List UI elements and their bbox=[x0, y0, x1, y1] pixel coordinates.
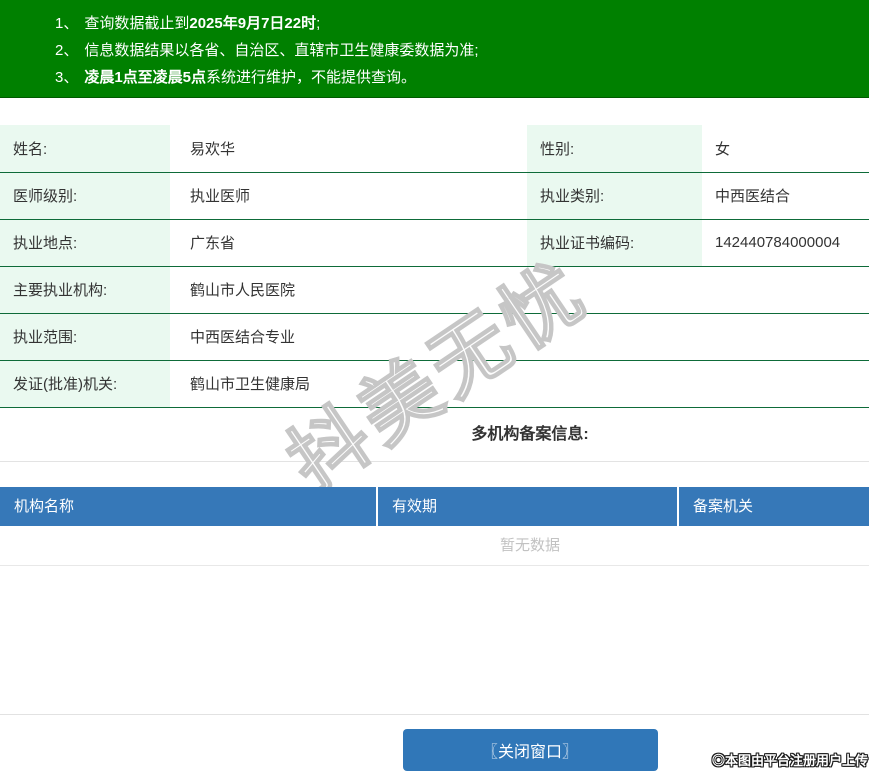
notice-text: 信息数据结果以各省、自治区、直辖市卫生健康委数据为准; bbox=[84, 42, 479, 59]
table-row: 执业范围: 中西医结合专业 bbox=[0, 313, 869, 361]
notice-line-1: 1、 查询数据截止到2025年9月7日22时; bbox=[55, 10, 869, 37]
notice-number: 2、 bbox=[55, 42, 79, 59]
notice-number: 3、 bbox=[55, 69, 79, 86]
issuer-label: 发证(批准)机关: bbox=[0, 360, 170, 408]
filing-section-title: 多机构备案信息: bbox=[0, 408, 869, 462]
gender-value: 女 bbox=[702, 125, 869, 173]
column-header-filing-authority: 备案机关 bbox=[679, 486, 869, 526]
table-row: 执业地点: 广东省 执业证书编码: 142440784000004 bbox=[0, 219, 869, 267]
notice-text: ; bbox=[316, 15, 321, 32]
notice-text: 系统进行维护，不能提供查询。 bbox=[206, 69, 417, 86]
gender-label: 性别: bbox=[527, 125, 702, 173]
no-data-placeholder: 暂无数据 bbox=[0, 525, 869, 566]
query-result-page: 1、 查询数据截止到2025年9月7日22时; 2、 信息数据结果以各省、自治区、直… bbox=[0, 0, 869, 771]
notice-line-3: 3、 凌晨1点至凌晨5点系统进行维护，不能提供查询。 bbox=[55, 64, 869, 91]
scope-label: 执业范围: bbox=[0, 313, 170, 361]
name-value: 易欢华 bbox=[170, 125, 527, 173]
category-label: 执业类别: bbox=[527, 172, 702, 220]
cert-number-value: 142440784000004 bbox=[702, 219, 869, 267]
table-row: 发证(批准)机关: 鹤山市卫生健康局 bbox=[0, 360, 869, 408]
notice-text-bold: 2025年9月7日22时 bbox=[189, 15, 317, 32]
divider bbox=[0, 566, 869, 715]
filing-table-header: 机构名称 有效期 备案机关 bbox=[0, 486, 869, 526]
notice-banner: 1、 查询数据截止到2025年9月7日22时; 2、 信息数据结果以各省、自治区、直… bbox=[0, 0, 869, 98]
practitioner-info-table: 姓名: 易欢华 性别: 女 医师级别: 执业医师 执业类别: 中西医结合 执业地… bbox=[0, 125, 869, 408]
notice-text-bold: 凌晨1点至凌晨5点 bbox=[84, 69, 207, 86]
notice-line-2: 2、 信息数据结果以各省、自治区、直辖市卫生健康委数据为准; bbox=[55, 37, 869, 64]
table-row: 姓名: 易欢华 性别: 女 bbox=[0, 125, 869, 173]
location-label: 执业地点: bbox=[0, 219, 170, 267]
org-label: 主要执业机构: bbox=[0, 266, 170, 314]
table-row: 医师级别: 执业医师 执业类别: 中西医结合 bbox=[0, 172, 869, 220]
uploader-credit-text: ◎本图由平台注册用户上传 bbox=[711, 753, 868, 768]
notice-text: 查询数据截止到 bbox=[84, 15, 190, 32]
scope-value: 中西医结合专业 bbox=[170, 313, 869, 361]
notice-number: 1、 bbox=[55, 15, 79, 32]
table-row: 主要执业机构: 鹤山市人民医院 bbox=[0, 266, 869, 314]
issuer-value: 鹤山市卫生健康局 bbox=[170, 360, 869, 408]
cert-number-label: 执业证书编码: bbox=[527, 219, 702, 267]
level-value: 执业医师 bbox=[170, 172, 527, 220]
name-label: 姓名: bbox=[0, 125, 170, 173]
category-value: 中西医结合 bbox=[702, 172, 869, 220]
column-header-validity: 有效期 bbox=[378, 486, 677, 526]
close-window-button[interactable]: 〖关闭窗口〗 bbox=[402, 728, 658, 771]
location-value: 广东省 bbox=[170, 219, 527, 267]
org-value: 鹤山市人民医院 bbox=[170, 266, 869, 314]
column-header-org-name: 机构名称 bbox=[0, 486, 376, 526]
level-label: 医师级别: bbox=[0, 172, 170, 220]
